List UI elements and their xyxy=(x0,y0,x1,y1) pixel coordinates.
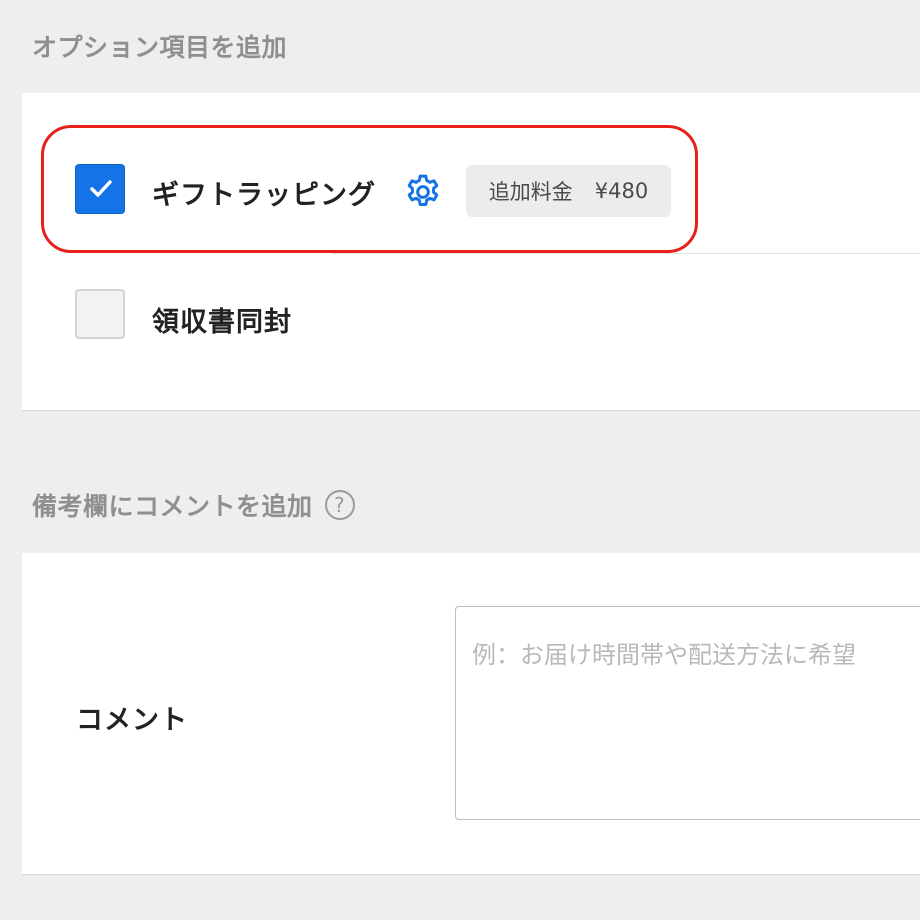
comment-section-title: 備考欄にコメントを追加 ? xyxy=(32,487,355,523)
additional-fee-badge: 追加料金 ¥480 xyxy=(466,165,671,217)
help-icon[interactable]: ? xyxy=(324,490,355,520)
receipt-enclosure-checkbox[interactable] xyxy=(75,289,125,339)
options-section-title-text: オプション項目を追加 xyxy=(32,33,288,62)
comment-section-title-text: 備考欄にコメントを追加 xyxy=(32,492,313,521)
gift-wrapping-checkbox[interactable] xyxy=(75,164,125,214)
gear-icon[interactable] xyxy=(403,172,443,212)
comment-textarea[interactable] xyxy=(455,606,920,820)
fee-value: ¥480 xyxy=(594,179,649,203)
option-divider xyxy=(332,253,920,254)
fee-label: 追加料金 xyxy=(488,180,573,204)
checkmark-icon xyxy=(90,180,112,197)
options-section-title: オプション項目を追加 xyxy=(32,28,287,64)
gift-wrapping-label: ギフトラッピング xyxy=(152,180,376,211)
receipt-enclosure-label: 領収書同封 xyxy=(152,307,292,338)
comment-field-label: コメント xyxy=(76,705,188,736)
